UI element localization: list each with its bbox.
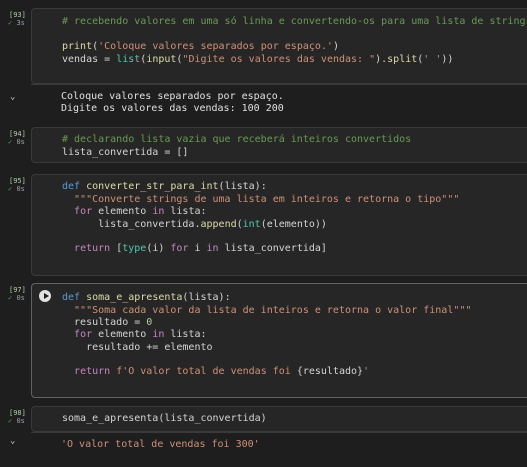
output-area-1: Coloque valores separados por espaço. Di… bbox=[31, 84, 527, 122]
code-line: # declarando lista vazia que receberá in… bbox=[62, 134, 412, 145]
output-line: 'O valor total de vendas foi 300' bbox=[61, 439, 260, 450]
cell-3-gutter: [95] ✓ 0s bbox=[0, 177, 30, 193]
execution-count: [95] bbox=[9, 177, 26, 185]
code-line: """Soma cada valor da lista de inteiros … bbox=[62, 305, 472, 316]
run-cell-button[interactable] bbox=[39, 290, 51, 302]
execution-count: [98] bbox=[9, 409, 26, 417]
code-cell-2[interactable]: # declarando lista vazia que receberá in… bbox=[31, 127, 527, 163]
exec-time: 0s bbox=[16, 138, 25, 146]
check-icon: ✓ bbox=[8, 417, 13, 425]
output-area-5: 'O valor total de vendas foi 300' bbox=[31, 432, 527, 459]
code-line: # recebendo valores em uma só linha e co… bbox=[62, 16, 527, 27]
exec-status: ✓ 0s bbox=[0, 138, 30, 146]
code-cell-1[interactable]: # recebendo valores em uma só linha e co… bbox=[31, 8, 527, 84]
execution-count: [93] bbox=[9, 11, 26, 19]
cell-1-gutter: [93] ✓ 3s bbox=[0, 11, 30, 27]
code-line: def soma_e_apresenta(lista): bbox=[62, 292, 231, 303]
exec-time: 0s bbox=[16, 417, 25, 425]
exec-time: 0s bbox=[16, 294, 25, 302]
code-line: """Converte strings de uma lista em inte… bbox=[62, 194, 460, 205]
output-line: Coloque valores separados por espaço. bbox=[61, 91, 284, 102]
execution-count: [94] bbox=[9, 130, 26, 138]
check-icon: ✓ bbox=[8, 185, 13, 193]
code-line: def converter_str_para_int(lista): bbox=[62, 181, 267, 192]
code-line: lista_convertida = [] bbox=[62, 147, 189, 158]
code-line: resultado += elemento bbox=[62, 342, 213, 353]
exec-status: ✓ 3s bbox=[0, 19, 30, 27]
code-line: vendas = list(input("Digite os valores d… bbox=[62, 54, 454, 65]
exec-status: ✓ 0s bbox=[0, 417, 30, 425]
code-cell-4[interactable]: def soma_e_apresenta(lista): """Soma cad… bbox=[31, 283, 527, 398]
output-line: Digite os valores das vendas: 100 200 bbox=[61, 103, 284, 114]
execution-count: [97] bbox=[9, 286, 26, 294]
chevron-down-icon[interactable]: ⌄ bbox=[10, 92, 15, 102]
cell-2-gutter: [94] ✓ 0s bbox=[0, 130, 30, 146]
cell-5-gutter: [98] ✓ 0s bbox=[0, 409, 30, 425]
code-line: for elemento in lista: bbox=[74, 206, 207, 217]
code-line: lista_convertida.append(int(elemento)) bbox=[62, 219, 327, 230]
exec-status: ✓ 0s bbox=[0, 185, 30, 193]
code-line: return [type(i) for i in lista_convertid… bbox=[74, 243, 327, 254]
exec-time: 0s bbox=[16, 185, 25, 193]
cell-4-gutter: [97] ✓ 0s bbox=[0, 286, 30, 302]
code-cell-3[interactable]: def converter_str_para_int(lista): """Co… bbox=[31, 174, 527, 276]
code-cell-5[interactable]: soma_e_apresenta(lista_convertida) bbox=[31, 406, 527, 432]
check-icon: ✓ bbox=[8, 294, 13, 302]
check-icon: ✓ bbox=[8, 138, 13, 146]
code-line: for elemento in lista: bbox=[74, 329, 207, 340]
check-icon: ✓ bbox=[8, 19, 13, 27]
exec-status: ✓ 0s bbox=[0, 294, 30, 302]
exec-time: 3s bbox=[16, 19, 25, 27]
code-line: resultado = 0 bbox=[62, 317, 153, 328]
code-line: print('Coloque valores separados por esp… bbox=[62, 41, 339, 52]
code-line: return f'O valor total de vendas foi {re… bbox=[74, 366, 370, 377]
chevron-down-icon[interactable]: ⌄ bbox=[10, 436, 15, 446]
code-line: soma_e_apresenta(lista_convertida) bbox=[62, 413, 267, 424]
